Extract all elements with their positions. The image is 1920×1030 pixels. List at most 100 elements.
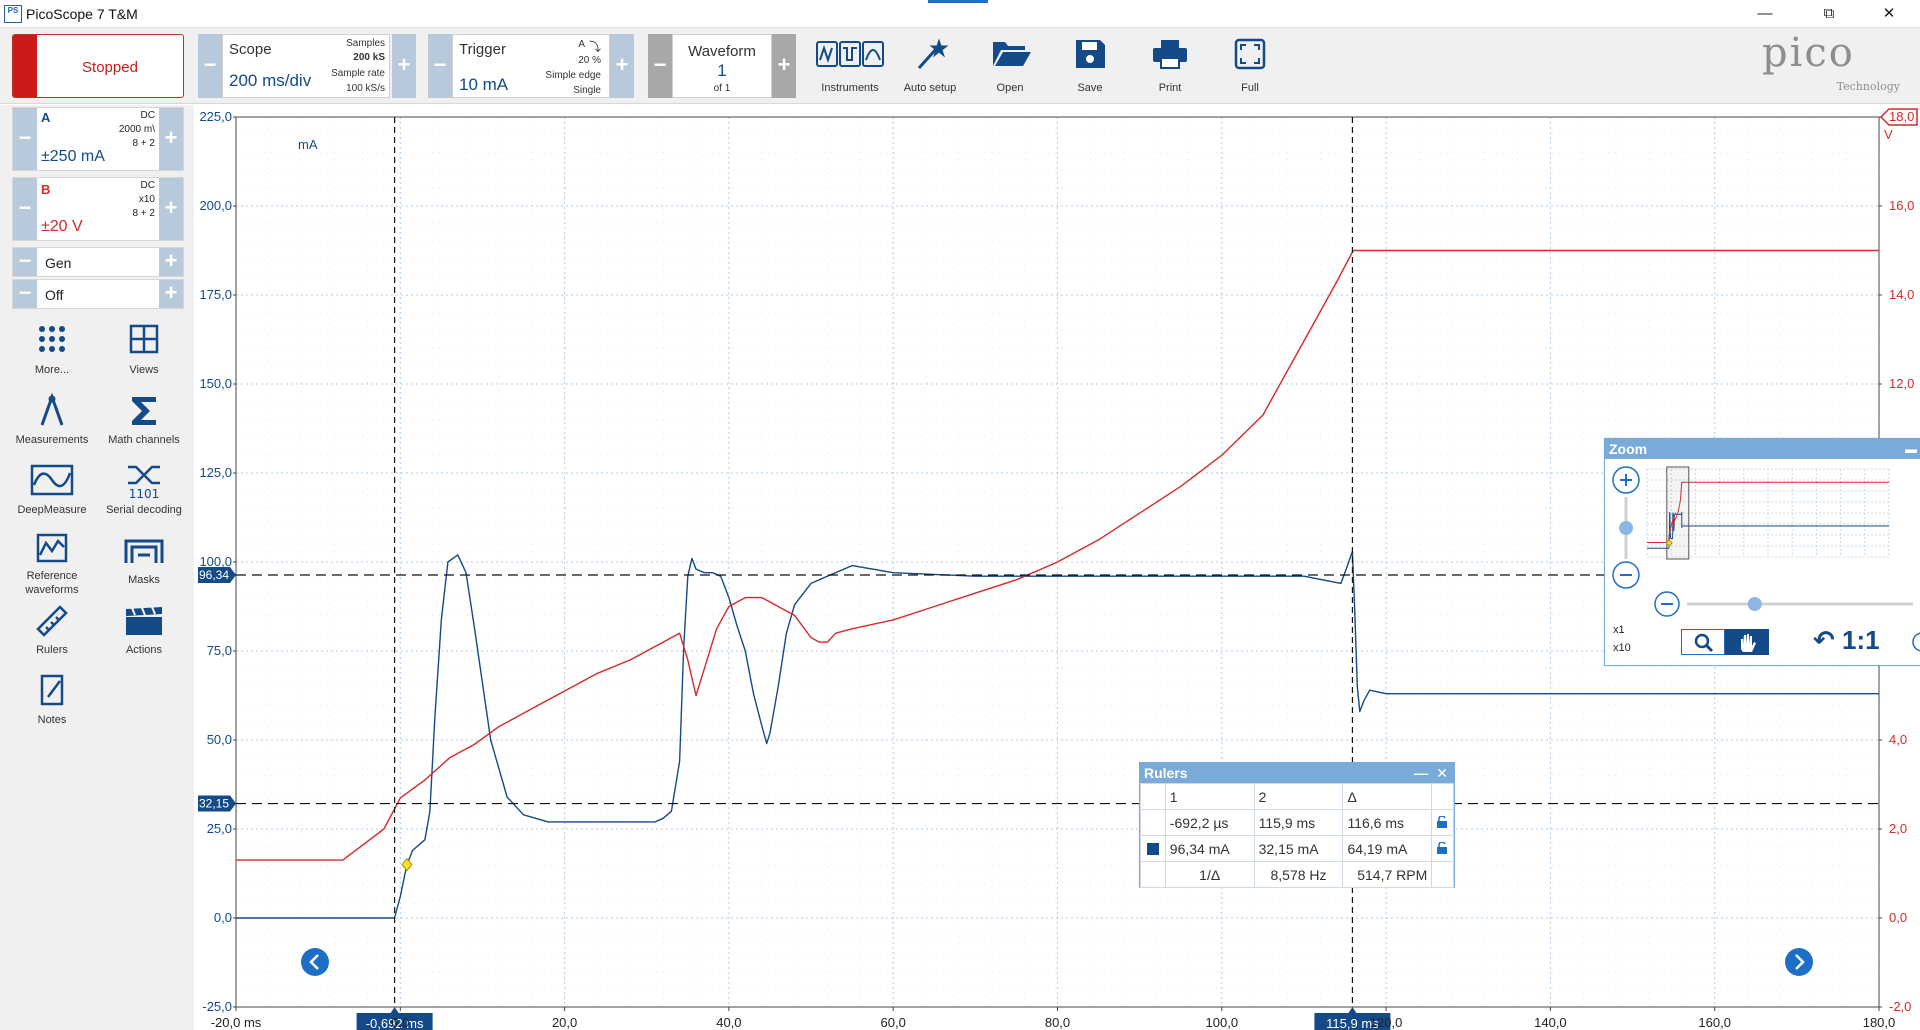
zoom-x10-label: x10: [1613, 642, 1631, 654]
channel-b-decrease-button[interactable]: −: [13, 178, 37, 240]
trigger-channel: A: [578, 39, 585, 50]
left-axis: 225,0 200,0 175,0 150,0 125,0 100,0 75,0 50,0 25…: [199, 109, 236, 1014]
trigger-decrease-button[interactable]: −: [428, 34, 452, 98]
sample-rate-value: 100 kS/s: [346, 83, 385, 94]
minimize-button[interactable]: —: [1742, 0, 1788, 28]
serial-decoding-button[interactable]: 1101 Serial decoding: [100, 463, 188, 529]
generator-state-decrease-button[interactable]: −: [13, 280, 37, 308]
time-tick-label: 0,0: [391, 1015, 409, 1030]
deepmeasure-icon: [30, 464, 74, 496]
channel-a-card[interactable]: − A DC 2000 m\ 8 + 2 ±250 mA +: [12, 107, 184, 171]
left-tick-label: 100,0: [199, 554, 232, 569]
math-channels-button[interactable]: Math channels: [100, 393, 188, 459]
masks-button[interactable]: Masks: [100, 533, 188, 599]
channel-b-increase-button[interactable]: +: [159, 178, 183, 240]
waveform-next-button[interactable]: +: [772, 34, 796, 98]
actions-clapper-icon: [126, 606, 162, 635]
channel-b-card[interactable]: − B DC x10 8 + 2 ±20 V +: [12, 177, 184, 241]
waveform-previous-button[interactable]: −: [648, 34, 672, 98]
serial-decoding-label: Serial decoding: [106, 504, 182, 516]
notes-label: Notes: [37, 714, 67, 726]
rulers-level-row: 96,34 mA 32,15 mA 64,19 mA: [1140, 835, 1454, 862]
print-button[interactable]: Print: [1135, 34, 1205, 98]
rulers-time-lock-icon[interactable]: [1431, 809, 1454, 836]
zoom-reset-button[interactable]: ↶ 1:1: [1813, 625, 1880, 656]
pan-tool-button[interactable]: [1725, 629, 1769, 655]
zoom-reset-label: 1:1: [1842, 625, 1880, 655]
left-tick-label: 50,0: [207, 732, 232, 747]
more-label: More...: [34, 364, 70, 376]
scope-view[interactable]: -0,692 ms 115,9 ms 96,34 32,15 225,0 200,0 17…: [194, 105, 1920, 1030]
window-title: PicoScope 7 T&M: [26, 6, 138, 22]
zoom-x1-label: x1: [1613, 624, 1625, 636]
zoom-window-header[interactable]: Zoom ▬ ■ ✕: [1605, 439, 1920, 459]
actions-button[interactable]: Actions: [100, 603, 188, 669]
save-button[interactable]: Save: [1055, 34, 1125, 98]
channel-b-coupling: DC: [140, 180, 155, 191]
pico-brand-sub: Technology: [1836, 80, 1900, 93]
timebase-decrease-button[interactable]: −: [198, 34, 222, 98]
zoom-tool-button[interactable]: [1681, 629, 1725, 655]
reference-waveforms-button[interactable]: Reference waveforms: [8, 533, 96, 599]
zoom-vertical-slider[interactable]: [1619, 521, 1633, 535]
instruments-button[interactable]: Instruments: [815, 34, 885, 98]
zoom-horizontal-slider[interactable]: [1747, 597, 1762, 611]
left-tick-label: 25,0: [207, 821, 232, 836]
title-bar: PS PicoScope 7 T&M — ⧉ ✕: [0, 0, 1920, 28]
scroll-right-button[interactable]: [1784, 947, 1814, 977]
trigger-panel[interactable]: Trigger 10 mA A ⤵ 20 % Simple edge Singl…: [452, 34, 610, 98]
close-button[interactable]: ✕: [1866, 0, 1912, 28]
views-button[interactable]: Views: [100, 323, 188, 389]
generator-state: Off: [45, 287, 64, 303]
deepmeasure-button[interactable]: DeepMeasure: [8, 463, 96, 529]
zoom-overview-window[interactable]: Zoom ▬ ■ ✕ x1 x10 ↶ 1:: [1604, 438, 1920, 666]
rulers-window-close-icon[interactable]: ✕: [1436, 763, 1448, 783]
rulers-window-minimize-icon[interactable]: —: [1414, 763, 1428, 783]
measurements-icon: [40, 393, 64, 426]
zoom-window-minimize-icon[interactable]: ▬: [1905, 439, 1917, 459]
generator-decrease-button[interactable]: −: [13, 248, 37, 276]
time-axis: -20,0 ms 0,0 20,0 40,0 60,0 80,0 100,0 120,0 140…: [211, 1007, 1896, 1030]
generator-increase-button[interactable]: +: [159, 248, 183, 276]
auto-setup-button[interactable]: Auto setup: [895, 34, 965, 98]
math-channels-label: Math channels: [108, 434, 180, 446]
rulers-inverse-delta-label: 1/Δ: [1164, 861, 1255, 888]
more-button[interactable]: More...: [8, 323, 96, 389]
rulers-level-lock-icon[interactable]: [1431, 835, 1454, 862]
generator-state-card[interactable]: − Off +: [12, 279, 184, 309]
rulers-label: Rulers: [36, 644, 68, 656]
time-tick-label: 180,0: [1863, 1015, 1896, 1030]
level-ruler-label-1: 96,34: [199, 568, 229, 582]
left-tick-label: -25,0: [202, 999, 232, 1014]
timebase-increase-button[interactable]: +: [392, 34, 416, 98]
zoom-info-icon[interactable]: i: [1911, 631, 1920, 653]
run-stop-button[interactable]: Stopped: [12, 34, 184, 98]
generator-card[interactable]: − Gen +: [12, 247, 184, 277]
channel-a-decrease-button[interactable]: −: [13, 108, 37, 170]
pico-brand-name: pico: [1762, 30, 1855, 76]
zoom-overview-plot[interactable]: [1645, 465, 1920, 565]
measurements-button[interactable]: Measurements: [8, 393, 96, 459]
rulers-button[interactable]: Rulers: [8, 603, 96, 669]
rulers-window[interactable]: Rulers — ✕ 1 2 Δ -692,2 µs 115,9 ms 116,…: [1139, 762, 1455, 888]
rulers-table: 1 2 Δ -692,2 µs 115,9 ms 116,6 ms 96,34 …: [1140, 783, 1454, 888]
channel-a-increase-button[interactable]: +: [159, 108, 183, 170]
notes-button[interactable]: Notes: [8, 673, 96, 739]
trigger-label: Trigger: [459, 41, 506, 58]
scope-panel[interactable]: Scope 200 ms/div Samples 200 kS Sample r…: [222, 34, 390, 98]
svg-text:1101: 1101: [129, 487, 160, 501]
scroll-left-button[interactable]: [300, 947, 330, 977]
waveform-panel: Waveform 1 of 1: [672, 34, 772, 98]
open-button[interactable]: Open: [975, 34, 1045, 98]
time-tick-label: 40,0: [716, 1015, 741, 1030]
fullscreen-button[interactable]: Full: [1215, 34, 1285, 98]
restore-button[interactable]: ⧉: [1806, 0, 1852, 28]
trigger-marker[interactable]: [401, 857, 413, 872]
rulers-window-header[interactable]: Rulers — ✕: [1140, 763, 1454, 783]
trigger-increase-button[interactable]: +: [610, 34, 634, 98]
generator-state-increase-button[interactable]: +: [159, 280, 183, 308]
rulers-row-marker: [1431, 861, 1454, 888]
waveform-label: Waveform: [688, 43, 756, 60]
zoom-horizontal-control[interactable]: [1613, 589, 1920, 619]
save-icon: [1076, 40, 1105, 68]
